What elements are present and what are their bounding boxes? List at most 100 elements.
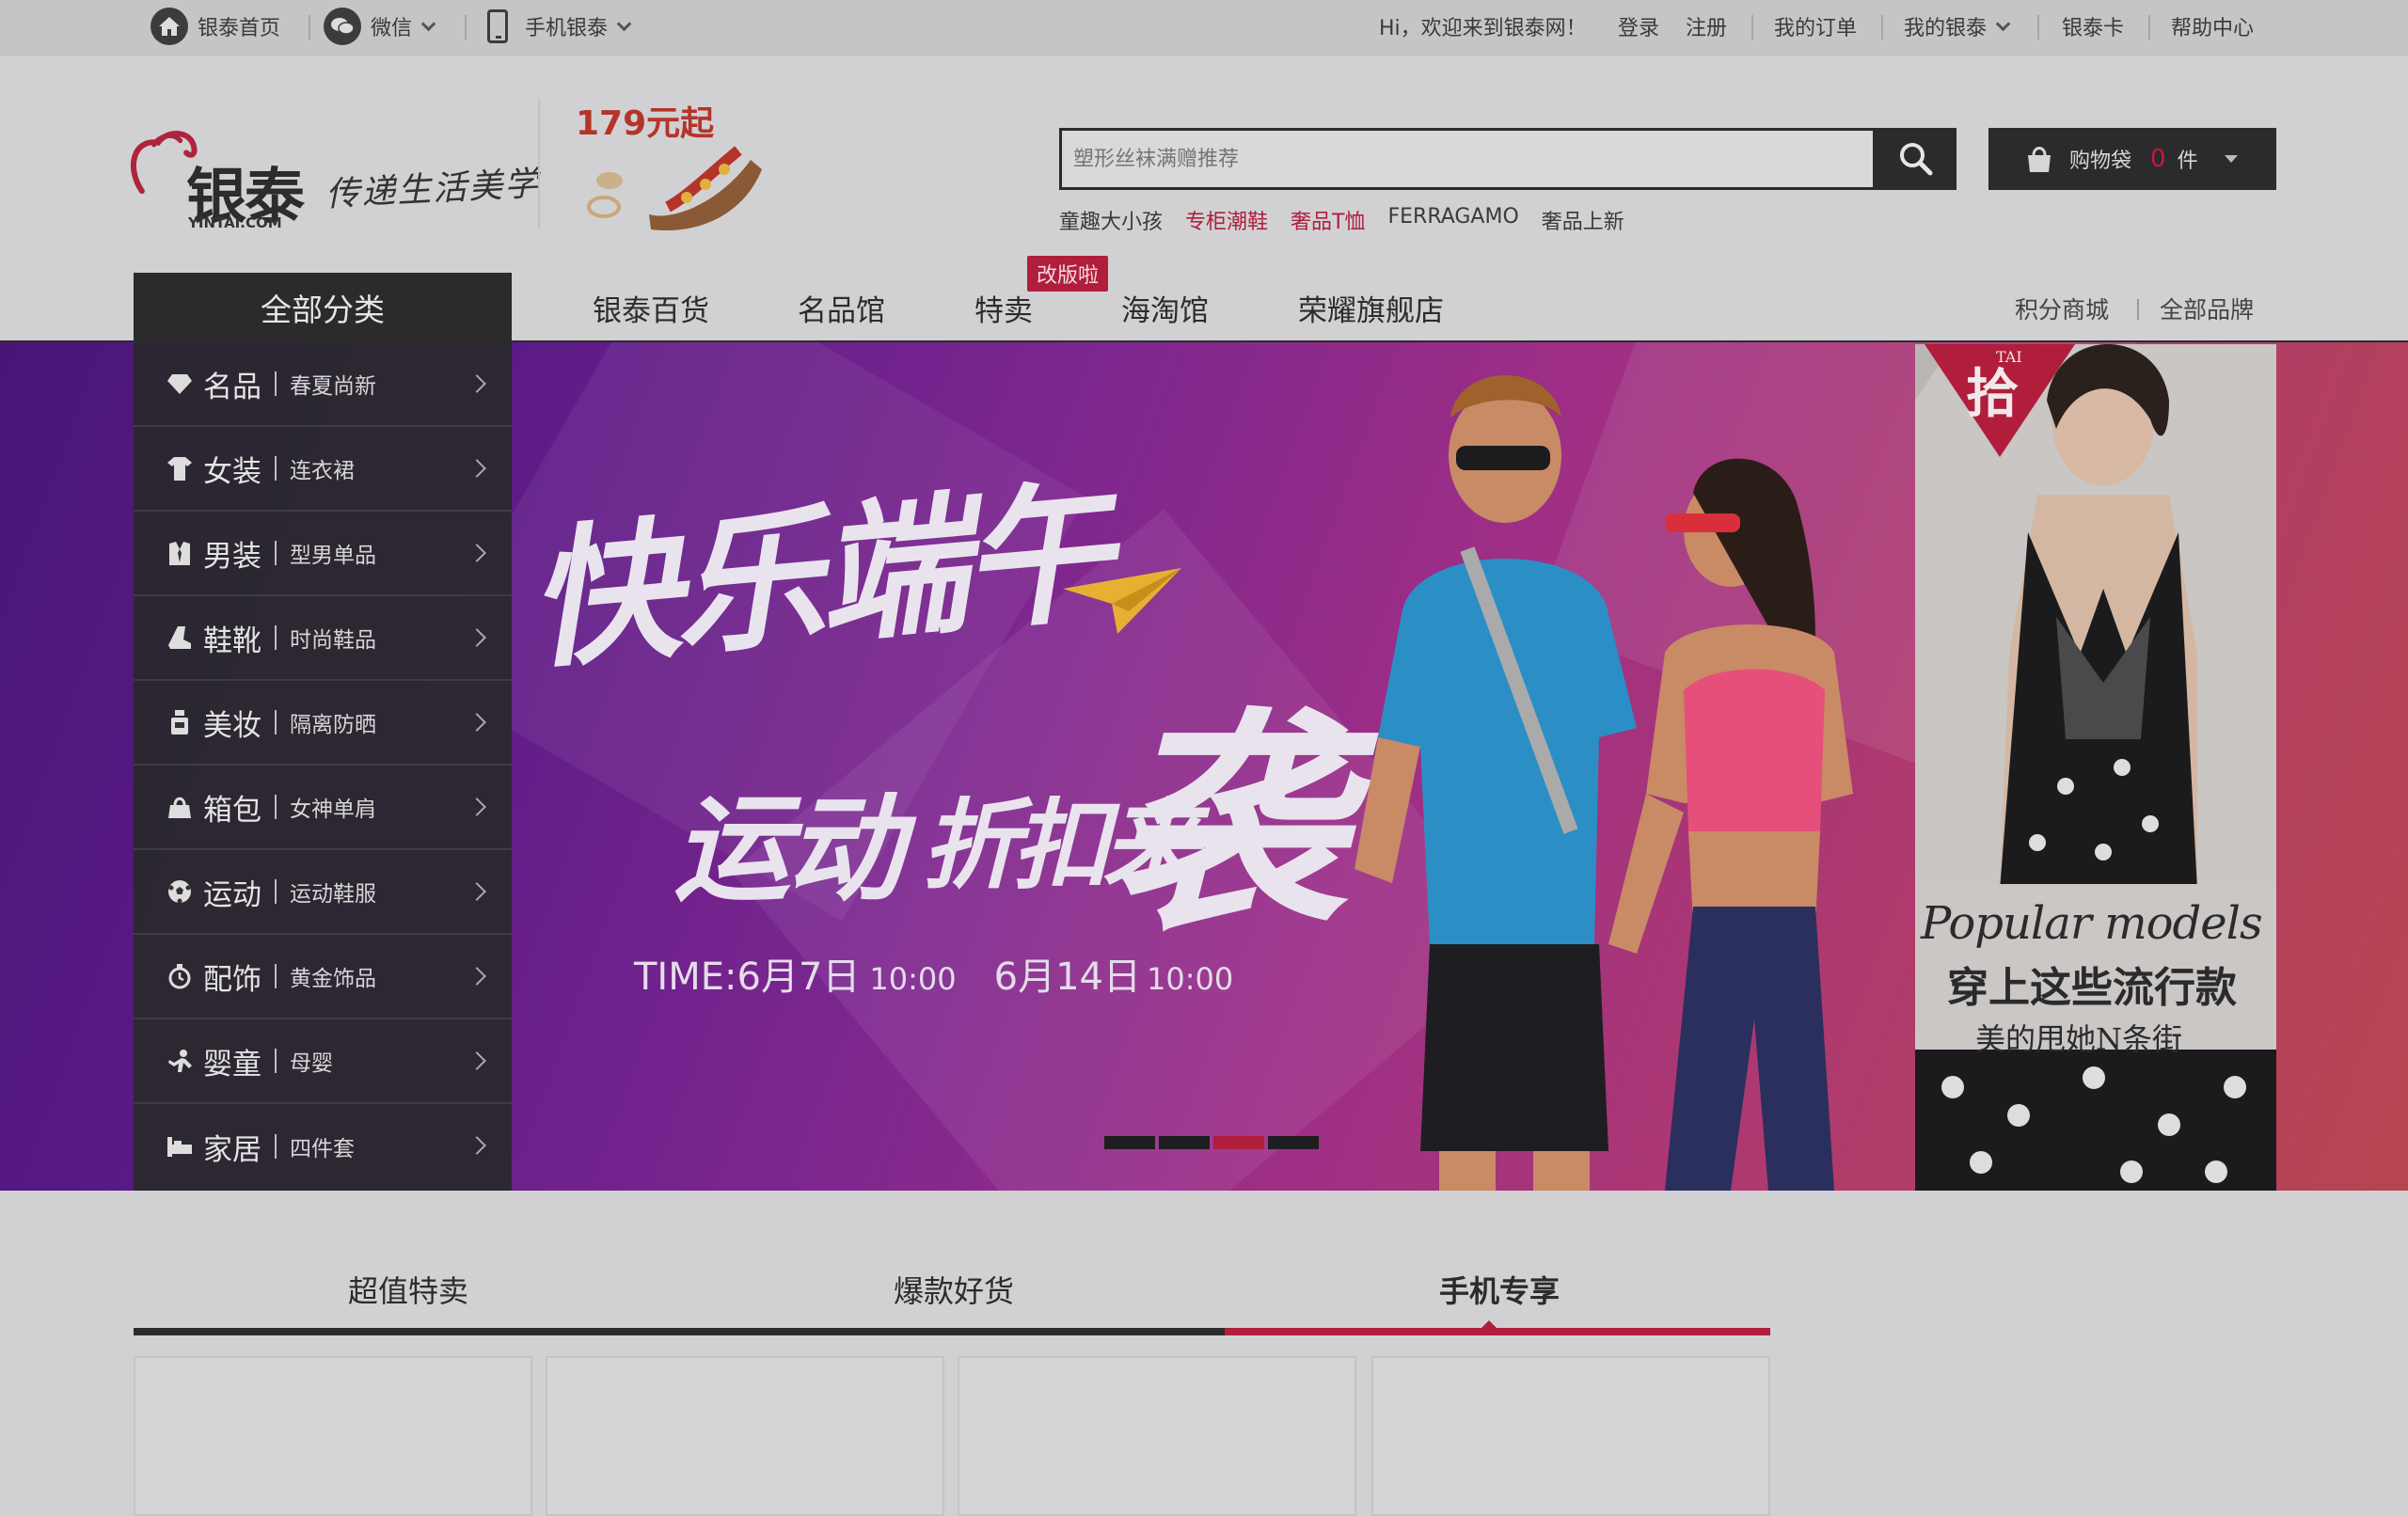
yintai-card-link[interactable]: 银泰卡 bbox=[2062, 0, 2124, 53]
category-item-accessories[interactable]: 配饰 黄金饰品 bbox=[134, 935, 512, 1019]
category-sub[interactable]: 女神单肩 bbox=[290, 791, 376, 823]
sandal-image bbox=[587, 146, 762, 231]
wechat-icon bbox=[324, 8, 361, 45]
category-sub[interactable]: 型男单品 bbox=[290, 537, 376, 569]
chevron-right-icon bbox=[467, 797, 486, 816]
nav-item-overseas[interactable]: 海淘馆 bbox=[1121, 287, 1209, 329]
chevron-right-icon bbox=[467, 544, 486, 562]
handbag-icon bbox=[166, 793, 194, 821]
category-item-beauty[interactable]: 美妆 隔离防晒 bbox=[134, 681, 512, 766]
ad-subtitle: 穿上这些流行款 bbox=[1947, 964, 2237, 1012]
my-yintai-menu[interactable]: 我的银泰 bbox=[1904, 0, 2011, 53]
hotword-link[interactable]: 奢品T恤 bbox=[1291, 205, 1365, 235]
category-item-sports[interactable]: 运动 运动鞋服 bbox=[134, 850, 512, 935]
points-mall-link[interactable]: 积分商城 bbox=[2015, 292, 2109, 325]
top-bar: 银泰首页 微信 手机银泰 Hi，欢迎来到银泰网！ 登录 注册 我的订单 我的银泰… bbox=[0, 0, 2408, 56]
cart-label: 购物袋 bbox=[2069, 150, 2132, 173]
category-item-men[interactable]: 男装 型男单品 bbox=[134, 512, 512, 596]
shopping-bag-button[interactable]: 购物袋 0 件 bbox=[1988, 128, 2276, 190]
bed-icon bbox=[166, 1132, 194, 1161]
nav-divider bbox=[2137, 299, 2139, 320]
search-button[interactable] bbox=[1876, 128, 1956, 190]
greeting: Hi，欢迎来到银泰网！ bbox=[1379, 17, 1587, 40]
side-ad-panel[interactable]: 拾 TAI Popular models 穿上这些流行款 美的甩她N条街 bbox=[1915, 344, 2276, 1191]
category-sidebar: 名品 春夏尚新 女装 连衣裙 男装 型男单品 鞋靴 时尚鞋品 美妆 隔离防晒 箱… bbox=[134, 342, 512, 1191]
carousel-dot-active[interactable] bbox=[1213, 1136, 1264, 1149]
diamond-icon bbox=[166, 370, 194, 398]
category-name: 鞋靴 bbox=[203, 624, 261, 658]
hot-search-words: 童趣大小孩 专柜潮鞋 奢品T恤 FERRAGAMO 奢品上新 bbox=[1059, 205, 1624, 235]
soccer-ball-icon bbox=[166, 877, 194, 906]
category-name: 配饰 bbox=[203, 962, 261, 997]
wechat-label: 微信 bbox=[371, 17, 413, 40]
chevron-down-icon bbox=[1995, 16, 2011, 31]
nav-item-flash-sale[interactable]: 特卖 bbox=[974, 287, 1033, 329]
category-sub[interactable]: 隔离防晒 bbox=[290, 706, 376, 738]
logo-slogan: 传递生活美学 bbox=[325, 165, 542, 214]
banner-time-label: TIME: bbox=[634, 955, 737, 999]
category-item-women[interactable]: 女装 连衣裙 bbox=[134, 427, 512, 512]
category-name: 男装 bbox=[203, 539, 261, 574]
hotword-link[interactable]: 童趣大小孩 bbox=[1059, 205, 1163, 235]
category-sub[interactable]: 四件套 bbox=[290, 1130, 355, 1162]
home-icon bbox=[150, 8, 188, 45]
banner-start-date: 6月7日 bbox=[737, 955, 861, 999]
carousel-dot[interactable] bbox=[1268, 1136, 1319, 1149]
hotword-link[interactable]: 专柜潮鞋 bbox=[1185, 205, 1268, 235]
chevron-right-icon bbox=[467, 967, 486, 986]
my-yintai-label: 我的银泰 bbox=[1904, 17, 1988, 40]
all-brands-link[interactable]: 全部品牌 bbox=[2160, 292, 2254, 325]
category-item-shoes[interactable]: 鞋靴 时尚鞋品 bbox=[134, 596, 512, 681]
category-name: 运动 bbox=[203, 877, 261, 912]
phone-icon bbox=[487, 9, 508, 43]
hotword-link[interactable]: FERRAGAMO bbox=[1387, 205, 1518, 235]
mobile-label: 手机银泰 bbox=[525, 17, 609, 40]
tab-underline bbox=[134, 1328, 1225, 1335]
category-name: 家居 bbox=[203, 1132, 261, 1167]
category-item-bags[interactable]: 箱包 女神单肩 bbox=[134, 766, 512, 850]
category-item-home[interactable]: 家居 四件套 bbox=[134, 1104, 512, 1189]
chevron-right-icon bbox=[467, 628, 486, 647]
category-sub[interactable]: 时尚鞋品 bbox=[290, 622, 376, 654]
product-card[interactable] bbox=[958, 1356, 1356, 1516]
all-categories-button[interactable]: 全部分类 bbox=[134, 273, 512, 342]
banner-end-date: 6月14日 bbox=[993, 955, 1141, 999]
mobile-menu[interactable]: 手机银泰 bbox=[487, 0, 632, 53]
my-orders-link[interactable]: 我的订单 bbox=[1774, 0, 1857, 53]
category-sub[interactable]: 黄金饰品 bbox=[290, 960, 376, 992]
chevron-right-icon bbox=[467, 374, 486, 393]
carousel-dot[interactable] bbox=[1104, 1136, 1155, 1149]
hotword-link[interactable]: 奢品上新 bbox=[1542, 205, 1624, 235]
fashion-model-image bbox=[1915, 344, 2276, 1191]
category-sub[interactable]: 春夏尚新 bbox=[290, 368, 376, 400]
nav-item-brand-hall[interactable]: 名品馆 bbox=[798, 287, 885, 329]
category-sub[interactable]: 运动鞋服 bbox=[290, 876, 376, 908]
cart-count: 0 bbox=[2150, 145, 2166, 173]
carousel-dot[interactable] bbox=[1159, 1136, 1210, 1149]
product-card[interactable] bbox=[134, 1356, 532, 1516]
category-name: 美妆 bbox=[203, 708, 261, 743]
chevron-right-icon bbox=[467, 459, 486, 478]
product-card[interactable] bbox=[546, 1356, 944, 1516]
login-link[interactable]: 登录 bbox=[1618, 0, 1659, 53]
category-sub[interactable]: 连衣裙 bbox=[290, 452, 355, 484]
cosmetics-icon bbox=[166, 708, 194, 736]
nav-item-department-store[interactable]: 银泰百货 bbox=[593, 287, 709, 329]
wechat-menu[interactable]: 微信 bbox=[324, 0, 436, 53]
category-item-luxury[interactable]: 名品 春夏尚新 bbox=[134, 342, 512, 427]
category-sub[interactable]: 母婴 bbox=[290, 1045, 333, 1077]
home-link[interactable]: 银泰首页 bbox=[150, 0, 280, 53]
search-input[interactable] bbox=[1062, 131, 1873, 187]
tab-value-deals[interactable]: 超值特卖 bbox=[348, 1268, 468, 1311]
nav-item-honor-store[interactable]: 荣耀旗舰店 bbox=[1298, 287, 1444, 329]
register-link[interactable]: 注册 bbox=[1686, 0, 1727, 53]
tab-mobile-exclusive[interactable]: 手机专享 bbox=[1439, 1268, 1560, 1311]
chevron-right-icon bbox=[467, 713, 486, 732]
tab-hot-items[interactable]: 爆款好货 bbox=[894, 1268, 1014, 1311]
category-name: 女装 bbox=[203, 454, 261, 489]
product-card[interactable] bbox=[1371, 1356, 1770, 1516]
help-center-link[interactable]: 帮助中心 bbox=[2171, 0, 2254, 53]
banner-models-image bbox=[1354, 375, 1853, 1191]
baby-icon bbox=[166, 1047, 194, 1075]
category-item-baby[interactable]: 婴童 母婴 bbox=[134, 1019, 512, 1104]
